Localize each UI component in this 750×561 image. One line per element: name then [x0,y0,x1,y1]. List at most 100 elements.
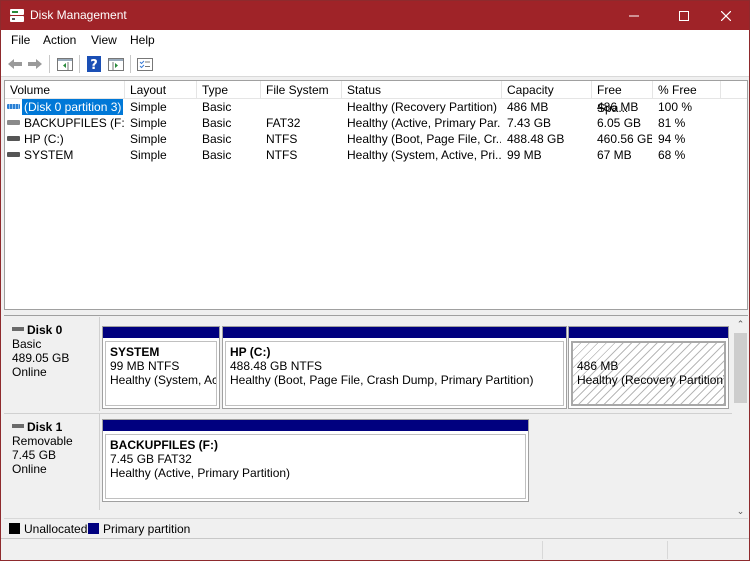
column-header-volume[interactable]: Volume [5,81,125,99]
show-hide-console-tree-button[interactable] [55,55,75,73]
cell-free: 6.05 GB [597,116,642,130]
partition-recovery[interactable]: 486 MB Healthy (Recovery Partition) [568,326,729,409]
forward-icon [28,59,42,69]
close-button[interactable] [703,1,749,30]
partition-name: SYSTEM [110,345,160,359]
column-header-capacity[interactable]: Capacity [502,81,592,99]
scroll-down-button[interactable]: ⌄ [733,504,748,519]
partition-body: SYSTEM 99 MB NTFS Healthy (System, Acti [105,341,217,406]
chevron-down-icon: ⌄ [736,506,745,516]
cell-free: 486 MB [597,100,639,114]
menu-bar: File Action View Help [1,30,749,51]
volume-drive-icon [7,120,20,126]
maximize-icon [679,10,689,21]
partition-status: Healthy (System, Acti [110,373,217,387]
disk-graphical-view: Disk 0 Basic 489.05 GB Online SYSTEM 99 … [4,317,748,537]
partition-backupfiles-f[interactable]: BACKUPFILES (F:) 7.45 GB FAT32 Healthy (… [102,419,529,502]
disk-name: Disk 0 [27,323,63,337]
cell-type: Basic [202,148,232,162]
partition-size: 99 MB NTFS [110,359,180,373]
cell-fs: NTFS [266,148,298,162]
volume-row[interactable]: SYSTEM Simple Basic NTFS Healthy (System, Ac… [5,147,747,163]
volume-name: BACKUPFILES (F:) [24,116,125,130]
primary-partition-bar [103,420,528,432]
primary-partition-bar [569,327,728,339]
toolbar-separator [130,55,131,73]
cell-volume: BACKUPFILES (F:) [7,115,125,131]
cell-layout: Simple [130,100,167,114]
volume-name: HP (C:) [24,132,64,146]
column-header-file-system[interactable]: File System [261,81,342,99]
cell-free: 460.56 GB [597,132,652,146]
disk-size: 489.05 GB [12,351,70,365]
cell-layout: Simple [130,132,167,146]
volume-name: (Disk 0 partition 3) [22,99,124,115]
cell-type: Basic [202,100,232,114]
disk-name: Disk 1 [27,420,63,434]
cell-status: Healthy (Active, Primary Par... [347,116,501,130]
disk-management-app-icon [10,9,24,22]
disk-state: Online [12,462,47,476]
disk-icon [12,326,24,331]
menu-view[interactable]: View [91,33,117,47]
column-header-layout[interactable]: Layout [125,81,197,99]
cell-type: Basic [202,132,232,146]
disk-kind: Basic [12,337,42,351]
disk-icon [12,423,24,428]
legend: Unallocated Primary partition [4,518,748,538]
column-header-free-space[interactable]: Free Spa... [592,81,653,115]
menu-file[interactable]: File [11,33,30,47]
volume-row[interactable]: HP (C:) Simple Basic NTFS Healthy (Boot, Pag… [5,131,747,147]
partition-body-selected: 486 MB Healthy (Recovery Partition) [571,341,726,406]
scroll-up-button[interactable]: ⌃ [733,317,748,332]
minimize-icon [629,15,639,16]
disk-0-label[interactable]: Disk 0 Basic 489.05 GB Online [4,317,100,411]
cell-pct: 68 % [658,148,686,162]
forward-button[interactable] [25,55,45,73]
column-header-percent-free[interactable]: % Free [653,81,721,99]
partition-name: BACKUPFILES (F:) [110,438,218,452]
disk-size: 7.45 GB [12,448,57,462]
show-hide-action-pane-button[interactable] [106,55,126,73]
cell-free: 67 MB [597,148,632,162]
toolbar: ? [1,51,749,77]
partition-hp-c[interactable]: HP (C:) 488.48 GB NTFS Healthy (Boot, Pa… [222,326,567,409]
volume-row[interactable]: BACKUPFILES (F:) Simple Basic FAT32 Healthy … [5,115,747,131]
cell-volume: HP (C:) [7,131,125,147]
disk-1-label[interactable]: Disk 1 Removable 7.45 GB Online [4,414,100,510]
properties-button[interactable] [135,55,155,73]
column-header-type[interactable]: Type [197,81,261,99]
legend-swatch-unallocated [9,523,20,534]
disk-1-row: Disk 1 Removable 7.45 GB Online BACKUPFI… [4,414,732,510]
status-segment [667,541,668,559]
properties-icon [137,57,153,71]
scrollbar-thumb[interactable] [734,333,747,403]
column-header-status[interactable]: Status [342,81,502,99]
legend-label-primary: Primary partition [103,522,191,536]
pane-splitter[interactable] [4,310,748,316]
volume-list-header: Volume Layout Type File System Status Ca… [5,81,747,115]
menu-action[interactable]: Action [43,33,76,47]
disk-state: Online [12,365,47,379]
title-bar: Disk Management [1,1,749,30]
cell-layout: Simple [130,148,167,162]
partition-body: HP (C:) 488.48 GB NTFS Healthy (Boot, Pa… [225,341,564,406]
graphical-view-scrollbar[interactable]: ⌃ ⌄ [733,317,748,519]
partition-system[interactable]: SYSTEM 99 MB NTFS Healthy (System, Acti [102,326,220,409]
cell-capacity: 7.43 GB [507,116,552,130]
volume-drive-icon [7,152,20,158]
volume-row[interactable]: (Disk 0 partition 3) Simple Basic Healthy (… [5,99,747,115]
back-button[interactable] [5,55,25,73]
close-icon [721,10,731,21]
primary-partition-bar [223,327,566,339]
chevron-up-icon: ⌃ [736,319,745,329]
maximize-button[interactable] [661,1,707,30]
minimize-button[interactable] [611,1,657,30]
status-bar [1,538,749,560]
cell-type: Basic [202,116,232,130]
volume-name: SYSTEM [24,148,74,162]
menu-help[interactable]: Help [130,33,155,47]
partition-status: Healthy (Active, Primary Partition) [110,466,291,480]
help-icon: ? [87,56,101,72]
help-button[interactable]: ? [84,55,104,73]
